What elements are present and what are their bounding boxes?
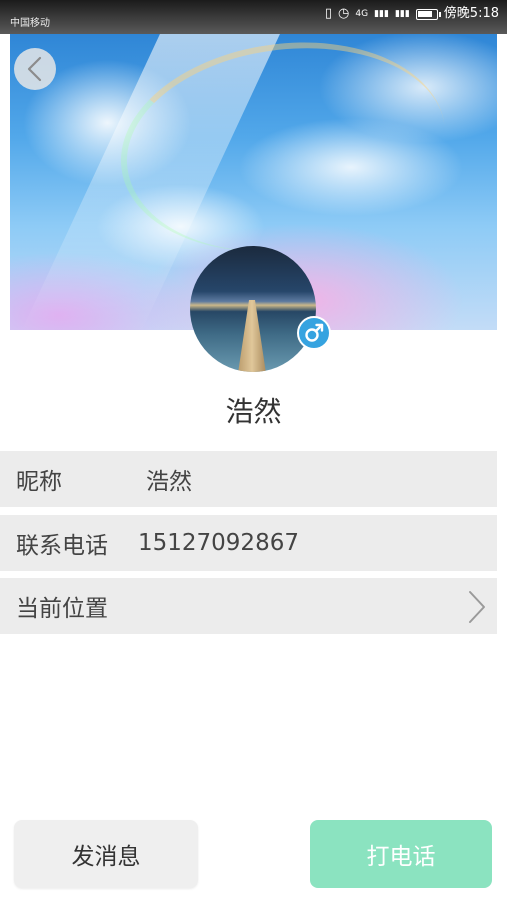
nickname-label: 昵称 [16, 469, 62, 495]
status-time: 傍晚5:18 [443, 6, 499, 21]
chevron-right-icon [469, 591, 485, 623]
phone-row: 联系电话 15127092867 [0, 515, 497, 571]
vibrate-icon: ▯ [324, 6, 333, 21]
avatar[interactable] [190, 246, 316, 372]
phone-label: 联系电话 [16, 533, 108, 559]
signal-icon-2: ▮▮▮ [394, 9, 410, 19]
nickname-row: 昵称 浩然 [0, 451, 497, 507]
status-icons: ▯ ◷ 4G ▮▮▮ ▮▮▮ 傍晚5:18 [325, 6, 499, 22]
profile-name: 浩然 [225, 395, 282, 428]
battery-icon [415, 8, 441, 20]
location-row[interactable]: 当前位置 [0, 578, 497, 634]
send-message-button[interactable]: 发消息 [14, 820, 198, 888]
status-bar: 中国移动 ▯ ◷ 4G ▮▮▮ ▮▮▮ 傍晚5:18 [0, 0, 507, 34]
network-label: 4G [355, 9, 369, 19]
male-icon [297, 316, 331, 350]
nickname-value: 浩然 [146, 469, 192, 495]
alarm-icon: ◷ [338, 6, 350, 21]
back-button[interactable] [14, 48, 56, 90]
avatar-image-pier [237, 300, 267, 372]
back-icon [27, 56, 42, 82]
phone-value: 15127092867 [138, 530, 299, 556]
location-label: 当前位置 [16, 596, 108, 622]
carrier-label: 中国移动 [10, 18, 50, 29]
signal-icon: ▮▮▮ [374, 9, 389, 19]
call-button[interactable]: 打电话 [310, 820, 492, 888]
